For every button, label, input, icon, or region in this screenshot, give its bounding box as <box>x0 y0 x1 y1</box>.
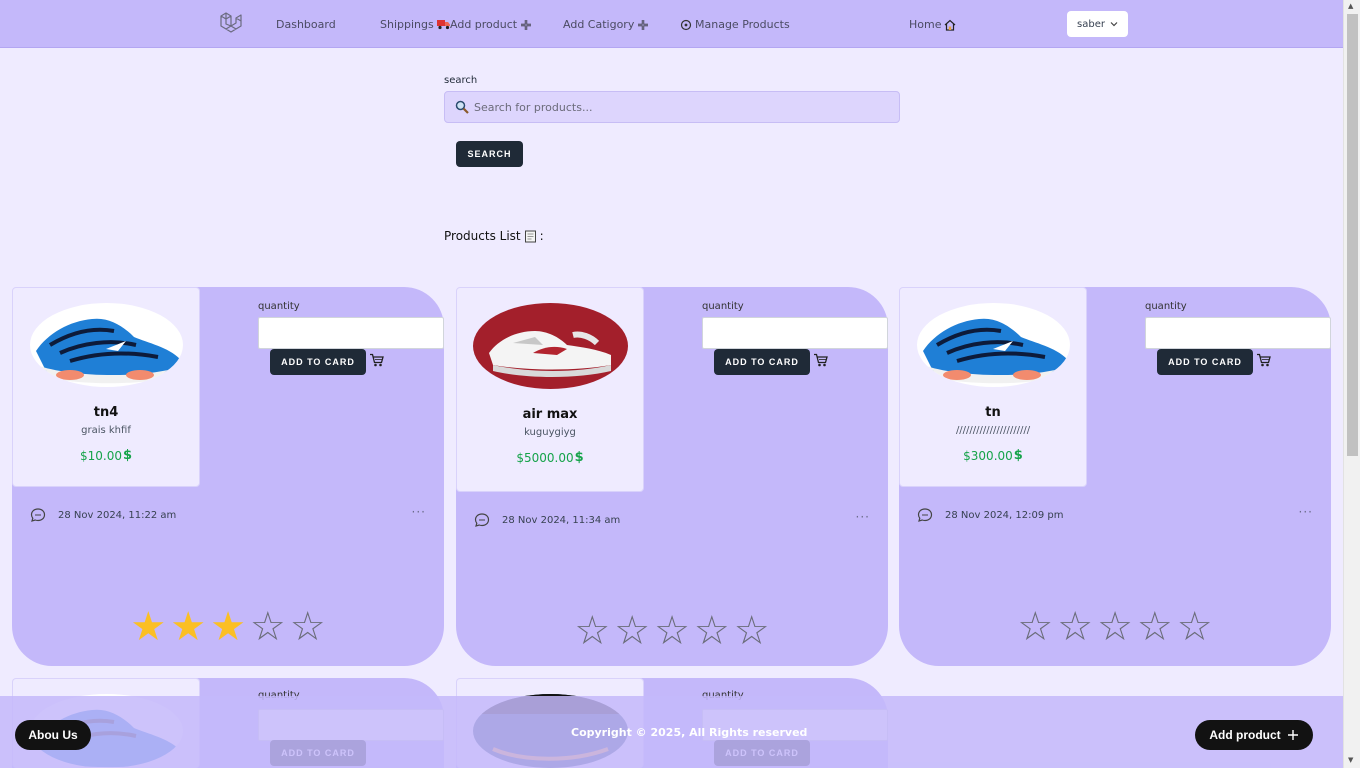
nav-home[interactable]: Home <box>909 18 956 31</box>
star-outline-icon[interactable]: ☆ <box>250 607 286 647</box>
star-outline-icon[interactable]: ☆ <box>614 611 650 651</box>
star-outline-icon[interactable]: ☆ <box>1097 607 1133 647</box>
laravel-logo-icon[interactable] <box>218 11 244 37</box>
add-to-cart-button[interactable]: ADD TO CARD <box>714 349 810 375</box>
gear-icon <box>680 19 692 30</box>
product-description: ////////////////////// <box>955 425 1031 436</box>
product-date: 28 Nov 2024, 12:09 pm <box>945 509 1064 521</box>
product-image[interactable] <box>29 303 183 387</box>
user-dropdown[interactable]: saber <box>1067 11 1128 37</box>
copyright-text: Copyright © 2025, All Rights reserved <box>571 726 808 739</box>
search-box[interactable] <box>444 91 900 123</box>
plus-icon <box>521 19 532 30</box>
scroll-down-arrow-icon[interactable]: ▼ <box>1348 756 1353 764</box>
comment-icon[interactable] <box>30 507 46 523</box>
product-date: 28 Nov 2024, 11:34 am <box>502 514 621 526</box>
star-outline-icon[interactable]: ☆ <box>1017 607 1053 647</box>
product-card: tn4 grais khfif $10.00 $ quantity ADD TO … <box>12 287 444 666</box>
cart-icon[interactable] <box>813 353 828 367</box>
scrollbar-thumb[interactable] <box>1347 14 1358 456</box>
star-outline-icon[interactable]: ☆ <box>694 611 730 651</box>
product-date: 28 Nov 2024, 11:22 am <box>58 509 177 521</box>
nav-add-category[interactable]: Add Catigory <box>563 18 649 31</box>
product-meta: 28 Nov 2024, 11:22 am <box>30 507 176 523</box>
star-outline-icon[interactable]: ☆ <box>1137 607 1173 647</box>
product-name: tn <box>985 405 1001 420</box>
quantity-input[interactable] <box>1145 317 1331 349</box>
page-scrollbar[interactable]: ▲ ▼ <box>1343 0 1360 768</box>
search-button[interactable]: SEARCH <box>456 141 523 167</box>
plus-icon <box>638 19 649 30</box>
comment-icon[interactable] <box>474 512 490 528</box>
star-outline-icon[interactable]: ☆ <box>734 611 770 651</box>
dollar-icon: $ <box>574 450 584 465</box>
nav-add-product[interactable]: Add product <box>450 18 532 31</box>
chevron-down-icon <box>1110 22 1118 27</box>
about-us-button[interactable]: Abou Us <box>15 720 91 750</box>
product-description: grais khfif <box>81 425 131 436</box>
nav-dashboard[interactable]: Dashboard <box>276 18 336 31</box>
more-options-icon[interactable]: ··· <box>856 510 870 524</box>
product-image[interactable] <box>472 303 628 389</box>
star-icon[interactable]: ★ <box>210 607 246 647</box>
quantity-label: quantity <box>1145 301 1187 312</box>
rating-stars[interactable]: ★ ★ ★ ☆ ☆ <box>12 607 444 647</box>
more-options-icon[interactable]: ··· <box>1299 505 1313 519</box>
rating-stars[interactable]: ☆ ☆ ☆ ☆ ☆ <box>456 611 888 651</box>
product-price: $300.00 $ <box>963 448 1023 463</box>
dollar-icon: $ <box>1013 448 1023 463</box>
search-icon <box>455 100 469 114</box>
add-to-cart-button[interactable]: ADD TO CARD <box>270 349 366 375</box>
add-to-cart-button[interactable]: ADD TO CARD <box>1157 349 1253 375</box>
dollar-icon: $ <box>122 448 133 463</box>
products-list-title: Products List : <box>444 229 544 243</box>
scroll-up-arrow-icon[interactable]: ▲ <box>1348 2 1353 10</box>
product-info: tn4 grais khfif $10.00 $ <box>12 287 200 487</box>
product-info: air max kuguygiyg $5000.00 $ <box>456 287 644 492</box>
product-name: air max <box>522 407 578 422</box>
rating-stars[interactable]: ☆ ☆ ☆ ☆ ☆ <box>899 607 1331 647</box>
more-options-icon[interactable]: ··· <box>412 505 426 519</box>
product-card: tn ////////////////////// $300.00 $ quant… <box>899 287 1331 666</box>
truck-icon <box>436 20 450 30</box>
quantity-input[interactable] <box>258 317 444 349</box>
home-icon <box>945 19 956 31</box>
search-label: search <box>444 75 478 86</box>
search-input[interactable] <box>474 100 874 114</box>
star-icon[interactable]: ★ <box>130 607 166 647</box>
star-outline-icon[interactable]: ☆ <box>574 611 610 651</box>
product-price: $5000.00 $ <box>516 450 584 465</box>
nav-shippings[interactable]: Shippings <box>380 18 451 31</box>
star-icon[interactable]: ★ <box>170 607 206 647</box>
cart-icon[interactable] <box>1256 353 1271 367</box>
top-navbar: Dashboard Shippings Add product Add Cati… <box>0 0 1343 48</box>
quantity-label: quantity <box>702 301 744 312</box>
star-outline-icon[interactable]: ☆ <box>654 611 690 651</box>
product-name: tn4 <box>93 405 119 420</box>
cart-icon[interactable] <box>369 353 384 367</box>
document-icon <box>524 230 536 242</box>
add-product-button[interactable]: Add product <box>1195 720 1313 750</box>
product-description: kuguygiyg <box>524 427 576 438</box>
star-outline-icon[interactable]: ☆ <box>1177 607 1213 647</box>
quantity-label: quantity <box>258 301 300 312</box>
product-card: air max kuguygiyg $5000.00 $ quantity ADD… <box>456 287 888 666</box>
nav-manage-products[interactable]: Manage Products <box>680 18 790 31</box>
star-outline-icon[interactable]: ☆ <box>1057 607 1093 647</box>
product-price: $10.00 $ <box>79 448 133 463</box>
product-image[interactable] <box>916 303 1070 387</box>
product-info: tn ////////////////////// $300.00 $ <box>899 287 1087 487</box>
plus-icon <box>1287 730 1298 740</box>
footer: Abou Us Copyright © 2025, All Rights res… <box>0 696 1343 768</box>
star-outline-icon[interactable]: ☆ <box>290 607 326 647</box>
quantity-input[interactable] <box>702 317 888 349</box>
comment-icon[interactable] <box>917 507 933 523</box>
product-meta: 28 Nov 2024, 12:09 pm <box>917 507 1064 523</box>
product-meta: 28 Nov 2024, 11:34 am <box>474 512 620 528</box>
